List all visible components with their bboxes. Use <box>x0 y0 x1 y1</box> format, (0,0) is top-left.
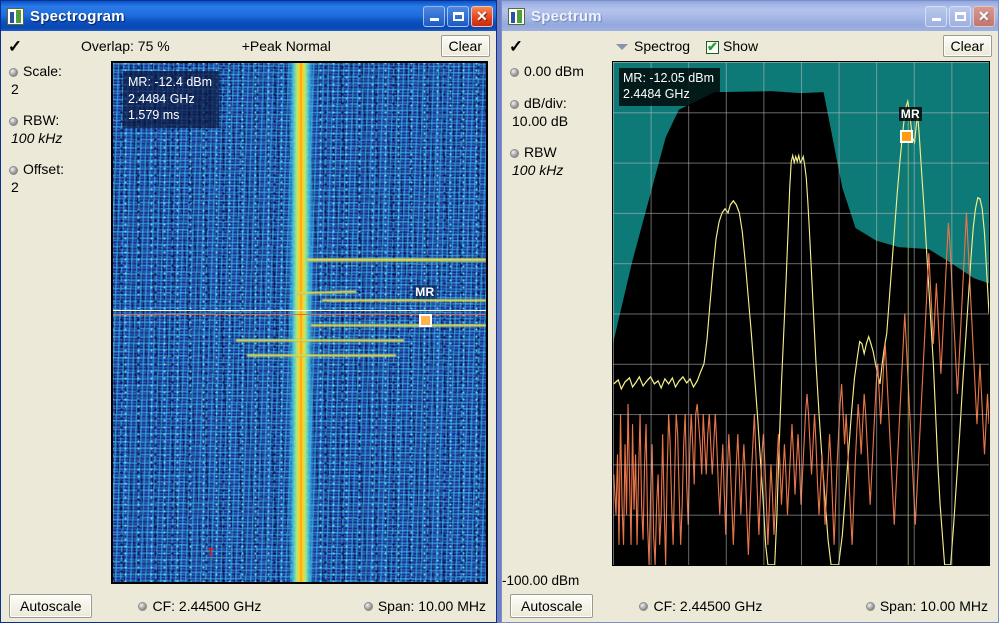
spectrum-statusbar: Autoscale CF: 2.44500 GHz Span: 10.00 MH… <box>502 592 998 622</box>
spectrogram-burst <box>310 323 486 327</box>
show-checkbox[interactable]: Show <box>706 38 759 55</box>
spectrum-plot-wrap: MR: -12.05 dBm 2.4484 GHz MR <box>612 61 998 592</box>
spectrum-clear-button[interactable]: Clear <box>942 35 992 57</box>
spectrogram-burst <box>321 299 486 303</box>
show-checkbox-label: Show <box>723 38 759 54</box>
spectrum-app-icon <box>508 7 525 25</box>
param-ref-level-label: 0.00 dBm <box>524 63 584 79</box>
spectrogram-burst <box>247 353 397 357</box>
param-spectrum-rbw-label: RBW <box>524 144 557 160</box>
spectrum-traces <box>613 62 989 565</box>
spectrogram-burst <box>236 339 404 343</box>
spectrogram-trigger-marker: T <box>207 546 215 560</box>
spectrogram-carrier-trace <box>288 63 315 582</box>
spectrogram-window-controls[interactable]: ✕ <box>423 5 493 27</box>
spectrogram-clear-button[interactable]: Clear <box>440 35 490 57</box>
param-offset[interactable]: Offset: 2 <box>9 161 111 196</box>
minimize-icon[interactable] <box>423 5 445 27</box>
spectrog-dropdown[interactable]: Spectrog <box>616 38 690 54</box>
param-rbw-label: RBW: <box>23 112 60 128</box>
spectrogram-plot[interactable]: MR MR: -12.4 dBm 2.4484 GHz 1.579 ms <box>111 61 488 584</box>
overlap-label[interactable]: Overlap: 75 % <box>81 38 170 54</box>
spectrogram-time-cursor-highlight[interactable] <box>113 310 486 312</box>
maximize-icon[interactable] <box>447 5 469 27</box>
minimize-icon[interactable] <box>925 5 947 27</box>
param-ref-level[interactable]: 0.00 dBm <box>510 63 612 79</box>
bullet-icon <box>9 67 18 77</box>
spectrogram-sidebar: Scale: 2 RBW: 100 kHz Offset: 2 <box>1 61 111 592</box>
spectrum-marker-box[interactable] <box>900 129 914 143</box>
spectrogram-cf-label: CF: 2.44500 GHz <box>152 598 262 614</box>
spectrogram-marker-label[interactable]: MR <box>413 285 437 300</box>
spectrogram-body: Scale: 2 RBW: 100 kHz Offset: 2 MR MR: -… <box>1 61 496 592</box>
spectrogram-span-label: Span: 10.00 MHz <box>377 598 486 614</box>
spectrum-body: 0.00 dBm dB/div: 10.00 dB RBW 100 kHz -1… <box>502 61 998 592</box>
spectrogram-span-item[interactable]: Span: 10.00 MHz <box>363 598 486 614</box>
param-offset-label: Offset: <box>23 161 64 177</box>
spectrogram-window-title: Spectrogram <box>30 7 125 25</box>
spectrum-marker-label[interactable]: MR <box>898 107 923 122</box>
bullet-icon <box>363 601 373 611</box>
param-offset-value: 2 <box>11 178 19 195</box>
checkbox-checked-icon[interactable] <box>706 39 720 55</box>
spectrogram-autoscale-button[interactable]: Autoscale <box>9 594 93 618</box>
spectrum-plot[interactable]: MR: -12.05 dBm 2.4484 GHz MR <box>612 61 990 566</box>
spectrogram-statusbar: Autoscale CF: 2.44500 GHz Span: 10.00 MH… <box>1 592 496 622</box>
param-db-per-div[interactable]: dB/div: 10.00 dB <box>510 95 612 130</box>
param-scale[interactable]: Scale: 2 <box>9 63 111 98</box>
spectrogram-titlebar[interactable]: Spectrogram ✕ <box>1 1 496 31</box>
spectrum-marker-level: MR: -12.05 dBm <box>623 71 715 85</box>
detector-label[interactable]: +Peak Normal <box>242 38 331 54</box>
spectrogram-marker-box[interactable] <box>418 314 432 328</box>
spectrum-cf-label: CF: 2.44500 GHz <box>653 598 763 614</box>
spectrum-enable-check[interactable]: ✓ <box>502 38 530 55</box>
spectrogram-marker-frequency: 2.4484 GHz <box>128 91 195 106</box>
spectrogram-window[interactable]: Spectrogram ✕ ✓ Overlap: 75 % +Peak Norm… <box>0 0 497 623</box>
bullet-icon <box>510 148 519 158</box>
bullet-icon <box>639 601 649 611</box>
spectrum-autoscale-button[interactable]: Autoscale <box>510 594 594 618</box>
param-db-per-div-label: dB/div: <box>524 95 567 111</box>
spectrogram-cf-item[interactable]: CF: 2.44500 GHz <box>138 598 261 614</box>
spectrum-window-title: Spectrum <box>531 7 602 25</box>
param-scale-value: 2 <box>11 80 19 97</box>
bullet-icon <box>510 99 519 109</box>
spectrum-window-controls[interactable]: ✕ <box>925 5 995 27</box>
close-icon[interactable]: ✕ <box>973 5 995 27</box>
spectrum-sidebar: 0.00 dBm dB/div: 10.00 dB RBW 100 kHz -1… <box>502 61 612 592</box>
param-rbw-value: 100 kHz <box>11 129 63 146</box>
bullet-icon <box>865 601 875 611</box>
param-rbw[interactable]: RBW: 100 kHz <box>9 112 111 147</box>
bullet-icon <box>510 67 519 77</box>
param-spectrum-rbw-value: 100 kHz <box>512 161 564 178</box>
spectrum-marker-frequency: 2.4484 GHz <box>623 87 690 102</box>
spectrogram-toolbar[interactable]: ✓ Overlap: 75 % +Peak Normal Clear <box>1 31 496 61</box>
param-scale-label: Scale: <box>23 63 62 79</box>
param-db-per-div-value: 10.00 dB <box>512 112 569 129</box>
spectrum-toolbar[interactable]: ✓ Spectrog Show Clear <box>502 31 998 61</box>
bullet-icon <box>138 601 148 611</box>
spectrum-span-item[interactable]: Span: 10.00 MHz <box>865 598 988 614</box>
close-icon[interactable]: ✕ <box>471 5 493 27</box>
chevron-down-icon <box>616 44 628 51</box>
bullet-icon <box>9 165 18 175</box>
bullet-icon <box>9 116 18 126</box>
spectrum-minhold-trace <box>613 212 989 565</box>
spectrog-dropdown-label: Spectrog <box>634 38 691 54</box>
spectrogram-burst <box>306 257 486 262</box>
spectrum-window[interactable]: Spectrum ✕ ✓ Spectrog Show Clear 0.00 dB… <box>501 0 999 623</box>
spectrogram-marker-level: MR: -12.4 dBm <box>128 75 213 89</box>
spectrum-bottom-reference-label: -100.00 dBm <box>502 573 580 588</box>
spectrogram-marker-time: 1.579 ms <box>128 108 180 122</box>
maximize-icon[interactable] <box>949 5 971 27</box>
spectrum-marker-readout: MR: -12.05 dBm 2.4484 GHz <box>619 68 721 106</box>
spectrum-span-label: Span: 10.00 MHz <box>879 598 988 614</box>
spectrogram-marker-readout: MR: -12.4 dBm 2.4484 GHz 1.579 ms <box>123 71 220 128</box>
spectrum-titlebar[interactable]: Spectrum ✕ <box>502 1 998 31</box>
spectrum-app-icon <box>7 7 24 25</box>
spectrogram-enable-check[interactable]: ✓ <box>1 38 29 55</box>
param-spectrum-rbw[interactable]: RBW 100 kHz <box>510 144 612 179</box>
spectrogram-plot-wrap: MR MR: -12.4 dBm 2.4484 GHz 1.579 ms T <box>111 61 496 592</box>
spectrum-cf-item[interactable]: CF: 2.44500 GHz <box>639 598 762 614</box>
